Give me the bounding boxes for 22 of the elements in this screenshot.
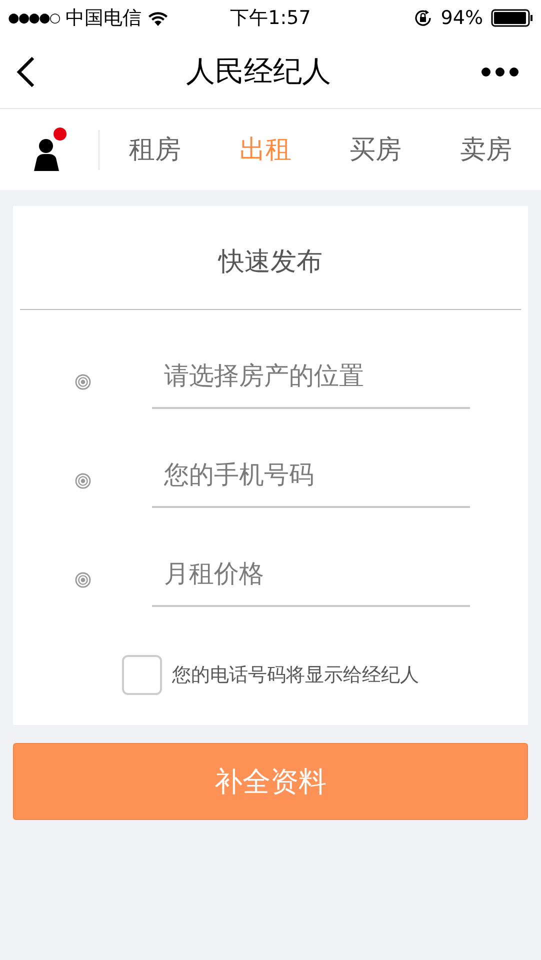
consent-checkbox[interactable]	[122, 655, 162, 695]
battery-icon	[491, 9, 533, 27]
clock-time: 下午1:57	[230, 7, 311, 29]
page-title: 人民经纪人	[186, 53, 331, 90]
input-field[interactable]: 您的手机号码	[152, 454, 470, 508]
wifi-icon	[148, 10, 168, 26]
more-icon[interactable]	[481, 67, 519, 77]
category-tab[interactable]: 卖房	[430, 126, 541, 173]
back-icon[interactable]	[16, 56, 36, 88]
form-title: 快速发布	[216, 246, 324, 279]
consent-label: 您的电话号码将显示给经纪人	[172, 663, 419, 688]
category-tab[interactable]: 租房	[100, 126, 210, 173]
battery-percent: 94%	[440, 7, 483, 29]
input-field[interactable]: 请选择房产的位置	[152, 355, 470, 409]
target-icon	[74, 572, 90, 588]
target-icon	[74, 473, 90, 489]
carrier-name: 中国电信	[66, 6, 142, 31]
signal-strength: ●●●●○	[8, 10, 60, 26]
rotation-lock-icon	[412, 8, 433, 28]
category-tab[interactable]: 买房	[320, 126, 431, 173]
input-field[interactable]: 月租价格	[152, 553, 470, 607]
target-icon	[74, 374, 90, 390]
